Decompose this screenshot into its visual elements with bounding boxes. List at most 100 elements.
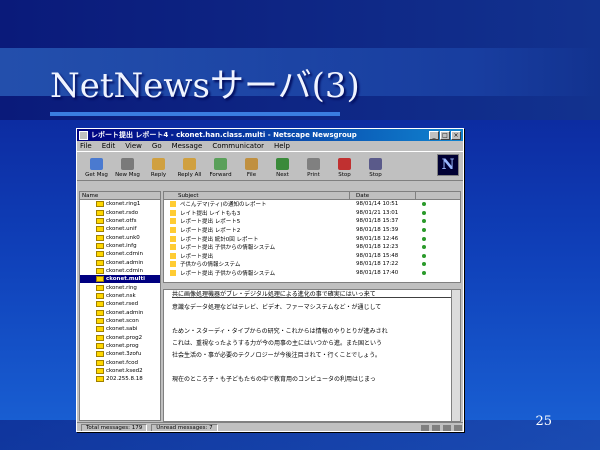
maximize-button[interactable]: □ [440, 130, 450, 140]
folder-item[interactable]: ckonet.cdmin [80, 267, 160, 275]
toolbar-button-label: Next [276, 172, 289, 178]
read-status-icon[interactable] [422, 245, 426, 250]
security-icon[interactable] [421, 424, 429, 431]
folder-item[interactable]: ckonet.multi [80, 275, 160, 284]
menu-file[interactable]: File [80, 142, 92, 150]
folder-item[interactable]: ckonet.otfs [80, 217, 160, 225]
message-row[interactable]: レポート提出 レポート5 98/01/18 15:37 [164, 217, 460, 226]
netscape-logo-icon[interactable]: N [437, 154, 459, 176]
subject-column-header[interactable]: Subject [164, 192, 350, 199]
toolbar-button-new-msg[interactable]: New Msg [112, 152, 143, 178]
read-status-icon[interactable] [422, 253, 426, 258]
folder-name: ckonet.cdmin [106, 251, 144, 258]
read-status-icon[interactable] [422, 228, 426, 233]
folder-item[interactable]: ckonet.rsed [80, 300, 160, 308]
folder-item[interactable]: ckonet.admin [80, 308, 160, 316]
message-subject: ぺこんデマ(ティ)の通知のレポート [180, 202, 267, 209]
folder-pane[interactable]: Name ckonet.ring1 ckonet.rsdo ckonet.otfs c… [79, 191, 161, 421]
message-row[interactable]: ぺこんデマ(ティ)の通知のレポート 98/01/14 10:51 [164, 200, 460, 209]
message-row[interactable]: レポート提出 子供からの情報システム 98/01/18 12:23 [164, 243, 460, 252]
folder-column-name[interactable]: Name [82, 192, 98, 199]
online-icon[interactable] [432, 424, 440, 431]
toolbar-button-reply-all[interactable]: Reply All [174, 152, 205, 178]
message-date: 98/01/18 15:37 [356, 218, 399, 225]
folder-item[interactable]: ckonet.infg [80, 242, 160, 250]
toolbar-button-label: Get Msg [85, 172, 108, 178]
folder-item[interactable]: ckonet.fcod [80, 359, 160, 367]
menu-communicator[interactable]: Communicator [212, 142, 264, 150]
toolbar-button-stop[interactable]: Stop [329, 152, 360, 178]
window-titlebar[interactable]: レポート提出 レポート4 - ckonet.han.class.multi - … [77, 129, 463, 141]
folder-item[interactable]: ckonet.sabi [80, 325, 160, 333]
toolbar-button-print[interactable]: Print [298, 152, 329, 178]
folder-item[interactable]: ckonet.nsk [80, 292, 160, 300]
message-list-pane[interactable]: Subject Date ぺこんデマ(ティ)の通知のレポート 98/01/14 1… [163, 191, 461, 283]
read-status-icon[interactable] [422, 202, 426, 207]
folder-item[interactable]: ckonet.prog [80, 342, 160, 350]
folder-item[interactable]: ckonet.ring [80, 283, 160, 291]
toolbar-button-forward[interactable]: Forward [205, 152, 236, 178]
stop-icon [338, 158, 351, 170]
folder-pane-header[interactable]: Name [80, 192, 160, 200]
message-row[interactable]: レポート提出 子供からの情報システム 98/01/18 17:40 [164, 269, 460, 278]
toolbar-button-label: Stop [338, 172, 351, 178]
newsgroup-icon [96, 276, 104, 283]
folder-item[interactable]: ckonet.admin [80, 258, 160, 266]
read-status-icon[interactable] [422, 262, 426, 267]
message-row[interactable]: レポート提出 統計0回 レポート 98/01/18 12:46 [164, 234, 460, 243]
minimize-button[interactable]: _ [429, 130, 439, 140]
read-status-icon[interactable] [422, 210, 426, 215]
menu-edit[interactable]: Edit [102, 142, 116, 150]
read-status-icon[interactable] [422, 236, 426, 241]
message-subject: レイト提出 レイトもも3 [180, 210, 241, 217]
message-row[interactable]: レポート提出 レポート2 98/01/18 15:39 [164, 226, 460, 235]
total-messages-status: Total messages: 179 [81, 424, 148, 431]
message-date: 98/01/14 10:51 [356, 201, 399, 208]
date-column-header[interactable]: Date [354, 192, 416, 199]
folder-name: ckonet.prog2 [106, 334, 143, 341]
menu-view[interactable]: View [125, 142, 142, 150]
folder-item[interactable]: ckonet.3zofu [80, 350, 160, 358]
toolbar-button-next[interactable]: Next [267, 152, 298, 178]
message-preview-pane[interactable]: 共に画像処理機器がブレ・デジタル処理による進化の事で確実にはいっ来て 意識なデータ… [163, 289, 461, 422]
read-status-icon[interactable] [422, 219, 426, 224]
folder-name: ckonet.multi [106, 276, 145, 283]
folder-name: ckonet.sabi [106, 326, 138, 333]
toolbar-button-label: Reply [150, 172, 167, 178]
folder-item[interactable]: ckonet.unk0 [80, 233, 160, 241]
folder-item[interactable]: ckonet.ring1 [80, 200, 160, 208]
mail-icon[interactable] [443, 424, 451, 431]
menu-help[interactable]: Help [274, 142, 290, 150]
folder-name: ckonet.rsed [106, 301, 139, 308]
newsgroup-icon [96, 259, 104, 266]
folder-item[interactable]: 202.255.8.18 [80, 375, 160, 383]
message-row[interactable]: レイト提出 レイトもも3 98/01/21 13:01 [164, 209, 460, 218]
toolbar-button-get-msg[interactable]: Get Msg [81, 152, 112, 178]
window-title: レポート提出 レポート4 - ckonet.han.class.multi - … [91, 131, 357, 139]
preview-line: 共に画像処理機器がブレ・デジタル処理による進化の事で確実にはいっ来て [172, 290, 460, 298]
toolbar-button-reply[interactable]: Reply [143, 152, 174, 178]
menu-go[interactable]: Go [152, 142, 162, 150]
folder-item[interactable]: ckonet.rsdo [80, 208, 160, 216]
reply-all-icon [183, 158, 196, 170]
folder-item[interactable]: ckonet.prog2 [80, 334, 160, 342]
toolbar-button-stop[interactable]: Stop [360, 152, 391, 178]
folder-item[interactable]: ckonet.ksed2 [80, 367, 160, 375]
message-subject: レポート提出 子供からの情報システム [180, 271, 276, 278]
message-list-header: Subject Date [164, 192, 460, 200]
toolbar-button-file[interactable]: File [236, 152, 267, 178]
composer-icon[interactable] [454, 424, 462, 431]
menu-message[interactable]: Message [172, 142, 203, 150]
message-row[interactable]: レポート提出 98/01/18 15:48 [164, 252, 460, 261]
folder-item[interactable]: ckonet.scon [80, 317, 160, 325]
folder-item[interactable]: ckonet.cdmin [80, 250, 160, 258]
read-status-icon[interactable] [422, 271, 426, 276]
preview-scrollbar[interactable] [451, 290, 460, 421]
flag-column-header[interactable] [420, 192, 430, 199]
folder-item[interactable]: ckonet.unif [80, 225, 160, 233]
message-row[interactable]: 子供からの情報システム 98/01/18 17:22 [164, 260, 460, 269]
netscape-newsgroup-window[interactable]: レポート提出 レポート4 - ckonet.han.class.multi - … [76, 128, 464, 432]
close-button[interactable]: × [451, 130, 461, 140]
newsgroup-icon [96, 376, 104, 383]
file-icon [245, 158, 258, 170]
